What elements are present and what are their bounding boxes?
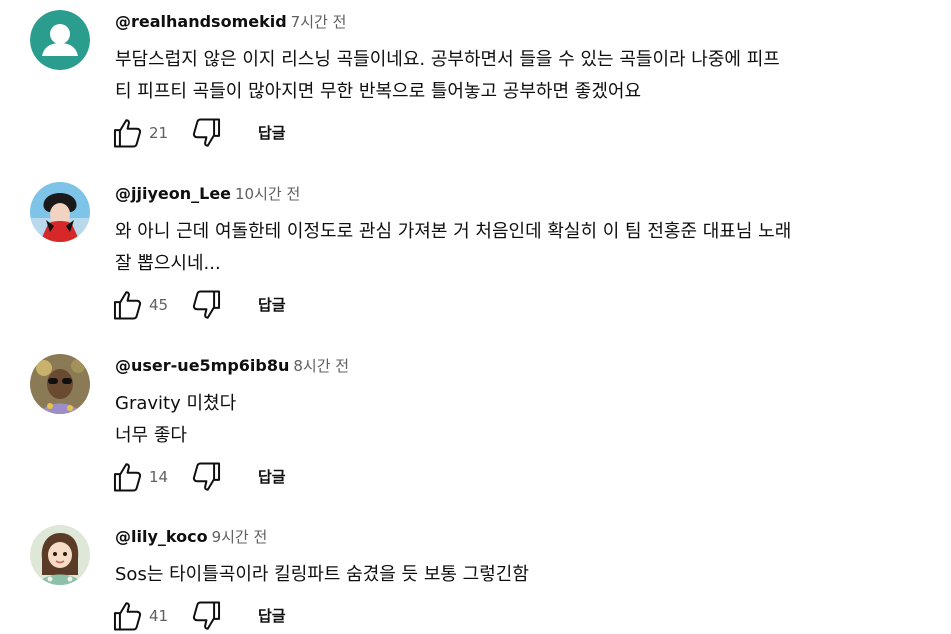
comment-text: 와 아니 근데 여돌한테 이정도로 관심 가져본 거 처음인데 확실히 이 팀 … [115, 216, 945, 280]
like-count: 21 [149, 124, 169, 142]
user-avatar-icon[interactable] [30, 525, 90, 585]
reply-button[interactable]: 답글 [258, 464, 286, 490]
like-count: 45 [149, 296, 169, 314]
comment-author[interactable]: @realhandsomekid [115, 12, 287, 31]
user-avatar-icon[interactable] [30, 182, 90, 242]
comment-text-line: 와 아니 근데 여돌한테 이정도로 관심 가져본 거 처음인데 확실히 이 팀 … [115, 221, 792, 242]
user-avatar-icon[interactable] [30, 354, 90, 414]
reply-button[interactable]: 답글 [258, 292, 286, 318]
comment-text-line: Gravity 미쳤다 [115, 393, 237, 414]
comment-time[interactable]: 8시간 전 [293, 357, 349, 375]
comment-text-line: 부담스럽지 않은 이지 리스닝 곡들이네요. 공부하면서 들을 수 있는 곡들이… [115, 49, 780, 70]
like-button[interactable] [110, 599, 144, 633]
comment-header: @realhandsomekid 7시간 전 [115, 10, 945, 34]
comment-time[interactable]: 10시간 전 [235, 185, 300, 203]
thumb-up-icon [110, 116, 144, 150]
like-button[interactable] [110, 116, 144, 150]
thumb-up-icon [110, 288, 144, 322]
comment-body: @jjiyeon_Lee 10시간 전 와 아니 근데 여돌한테 이정도로 관심 … [115, 182, 945, 280]
comment-text-line: 너무 좋다 [115, 425, 187, 446]
comment-header: @user-ue5mp6ib8u 8시간 전 [115, 354, 945, 378]
like-button[interactable] [110, 460, 144, 494]
comment-body: @realhandsomekid 7시간 전 부담스럽지 않은 이지 리스닝 곡들… [115, 10, 945, 108]
comment-body: @lily_koco 9시간 전 Sos는 타이틀곡이라 킬링파트 숨겼을 듯 보… [115, 525, 945, 591]
comment-toolbar: 45 답글 [110, 288, 330, 322]
comments-list: @realhandsomekid 7시간 전 부담스럽지 않은 이지 리스닝 곡들… [0, 0, 951, 634]
comment-text: Gravity 미쳤다 너무 좋다 [115, 388, 945, 452]
comment-toolbar: 41 답글 [110, 599, 330, 633]
reply-button[interactable]: 답글 [258, 603, 286, 629]
thumb-up-icon [110, 460, 144, 494]
comment-author[interactable]: @lily_koco [115, 527, 208, 546]
thumb-down-icon [190, 288, 224, 322]
comment-time[interactable]: 9시간 전 [212, 528, 268, 546]
comment-toolbar: 21 답글 [110, 116, 330, 150]
like-button[interactable] [110, 288, 144, 322]
thumb-up-icon [110, 599, 144, 633]
comment-toolbar: 14 답글 [110, 460, 330, 494]
thumb-down-icon [190, 116, 224, 150]
comment-author[interactable]: @user-ue5mp6ib8u [115, 356, 289, 375]
comment-text-line: Sos는 타이틀곡이라 킬링파트 숨겼을 듯 보통 그렇긴함 [115, 564, 529, 585]
comment-text: Sos는 타이틀곡이라 킬링파트 숨겼을 듯 보통 그렇긴함 [115, 559, 945, 591]
dislike-button[interactable] [190, 116, 224, 150]
comment-text: 부담스럽지 않은 이지 리스닝 곡들이네요. 공부하면서 들을 수 있는 곡들이… [115, 44, 945, 108]
dislike-button[interactable] [190, 460, 224, 494]
dislike-button[interactable] [190, 288, 224, 322]
comment-text-line: 잘 뽑으시네... [115, 253, 221, 274]
thumb-down-icon [190, 460, 224, 494]
reply-button[interactable]: 답글 [258, 120, 286, 146]
comment-header: @lily_koco 9시간 전 [115, 525, 945, 549]
like-count: 14 [149, 468, 169, 486]
default-avatar-icon[interactable] [30, 10, 90, 70]
comment-text-line: 티 피프티 곡들이 많아지면 무한 반복으로 틀어놓고 공부하면 좋겠어요 [115, 81, 642, 102]
comment-author[interactable]: @jjiyeon_Lee [115, 184, 231, 203]
like-count: 41 [149, 607, 169, 625]
comment-header: @jjiyeon_Lee 10시간 전 [115, 182, 945, 206]
thumb-down-icon [190, 599, 224, 633]
dislike-button[interactable] [190, 599, 224, 633]
comment-body: @user-ue5mp6ib8u 8시간 전 Gravity 미쳤다 너무 좋다 [115, 354, 945, 452]
comment-time[interactable]: 7시간 전 [291, 13, 347, 31]
